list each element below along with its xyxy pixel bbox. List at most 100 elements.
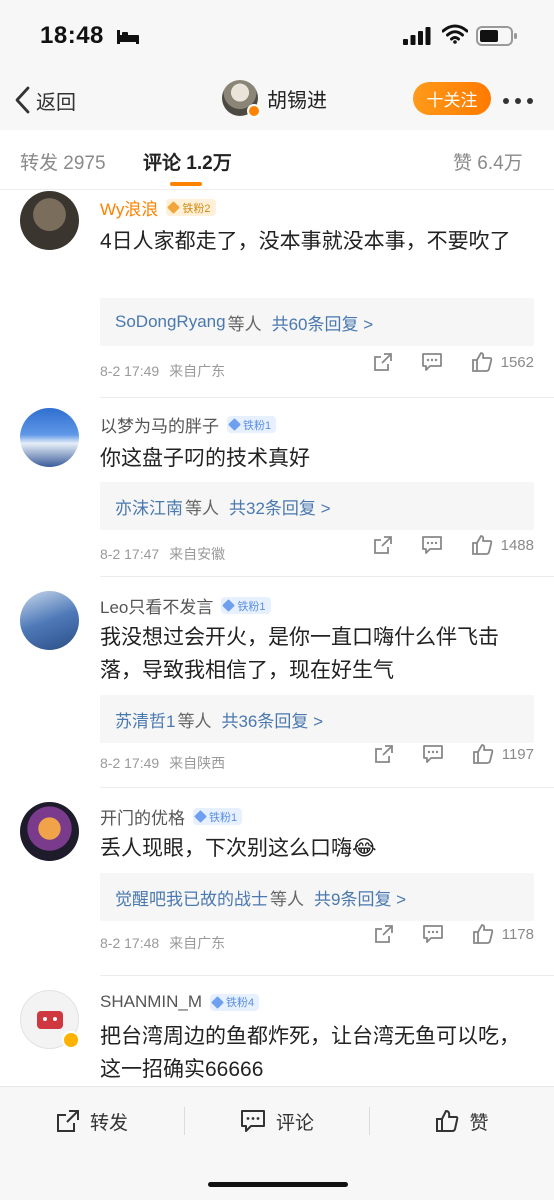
reply-summary[interactable]: SoDongRyang 等人 共60条回复 > [100,298,534,346]
thumbs-up-icon [471,535,492,555]
thumbs-up-icon [472,744,493,764]
fan-badge: 铁粉1 [221,597,271,614]
comment-time: 8-2 17:49 [100,755,160,771]
tab-like[interactable]: 赞 6.4万 [453,148,523,175]
comment-actions: 1488 [373,534,534,556]
share-icon [373,536,392,554]
reply-button[interactable] [422,744,444,764]
comment-text: 把台湾周边的鱼都炸死，让台湾无鱼可以吃，这一招确实66666 [100,1025,520,1081]
comment-username[interactable]: Leo只看不发言 铁粉1 [100,593,271,618]
cellular-signal-icon [403,27,431,45]
more-icon[interactable] [502,97,534,105]
comment-actions: 1562 [373,351,534,373]
status-bar: 18:48 [0,0,554,72]
reply-button[interactable] [421,535,443,555]
comment-button[interactable]: 评论 [185,1087,369,1155]
comment-list[interactable]: Wy浪浪 铁粉2 4日人家都走了，没本事就没本事，不要吹了 SoDongRyan… [0,191,554,1086]
repost-label: 转发 [89,1112,128,1134]
diamond-icon [228,418,241,431]
comment-location: 来自广东 [169,935,226,951]
battery-icon [476,26,517,46]
active-tab-indicator [170,182,202,186]
verified-icon [247,104,261,118]
tab-comment[interactable]: 评论 1.2万 [143,148,232,175]
comment-username[interactable]: 以梦为马的胖子 铁粉1 [100,412,277,437]
comment-icon [421,353,442,371]
comment-time: 8-2 17:49 [100,363,160,379]
comment-label: 评论 [275,1112,314,1134]
share-icon [373,353,392,371]
comment-meta: 8-2 17:49 来自陕西 [100,753,225,773]
comment-text: 我没想过会开火，是你一直口嗨什么伴飞击落，导致我相信了，现在好生气 [100,626,499,682]
comment-icon [422,745,443,763]
share-icon [374,925,393,943]
comment-icon [422,925,443,943]
comment-item: Leo只看不发言 铁粉1 我没想过会开火，是你一直口嗨什么伴飞击落，导致我相信了… [0,577,554,787]
like-button[interactable]: 1488 [471,534,534,556]
share-button[interactable] [373,352,393,372]
comment-item: 开门的优格 铁粉1 丢人现眼，下次别这么口嗨😂 觉醒吧我已故的战士 等人 共9条… [0,788,554,968]
avatar[interactable] [20,191,79,250]
share-icon [374,745,393,763]
comment-username[interactable]: Wy浪浪 铁粉2 [100,195,216,220]
sleep-mode-icon [117,30,139,44]
avatar[interactable] [20,802,79,861]
follow-button[interactable]: 十关注 [413,82,491,115]
like-button[interactable]: 1197 [472,743,534,765]
reply-user: 觉醒吧我已故的战士 [115,889,268,909]
reply-count: 共36条回复 > [221,711,324,731]
comment-icon [240,1110,265,1132]
reply-count: 共60条回复 > [271,314,374,334]
nav-bar: 返回 胡锡进 十关注 [0,72,554,130]
comment-text: 丢人现眼，下次别这么口嗨😂 [100,837,377,860]
reply-button[interactable] [422,924,444,944]
like-button[interactable]: 1178 [472,923,534,945]
reply-summary[interactable]: 苏清哲1 等人 共36条回复 > [100,695,534,743]
avatar[interactable] [20,408,79,467]
avatar[interactable] [222,80,261,118]
comment-text: 4日人家都走了，没本事就没本事，不要吹了 [100,230,511,253]
reply-button[interactable] [421,352,443,372]
reply-suffix: 等人 [227,314,262,334]
verified-icon [62,1031,80,1049]
like-button[interactable]: 赞 [370,1087,554,1155]
reply-count: 共9条回复 > [314,889,407,909]
diamond-icon [211,995,224,1009]
reply-suffix: 等人 [270,889,304,909]
fan-badge: 铁粉1 [227,416,277,433]
repost-button[interactable]: 转发 [0,1087,184,1155]
tab-like-count: 6.4万 [477,153,523,174]
comment-location: 来自广东 [169,363,226,379]
share-icon [56,1110,79,1132]
tab-repost-count: 2975 [63,153,106,174]
like-count: 1178 [501,925,534,943]
chevron-left-icon [15,86,30,114]
share-button[interactable] [373,535,393,555]
wifi-icon [442,24,468,44]
thumbs-up-icon [472,924,493,944]
comment-username[interactable]: SHANMIN_M 铁粉4 [100,992,260,1012]
profile-header[interactable]: 胡锡进 [222,80,327,118]
comment-actions: 1178 [374,923,534,945]
reply-user: 苏清哲1 [115,711,176,731]
comment-username[interactable]: 开门的优格 铁粉1 [100,804,243,829]
reply-summary[interactable]: 亦沫江南 等人 共32条回复 > [100,482,534,530]
reply-summary[interactable]: 觉醒吧我已故的战士 等人 共9条回复 > [100,873,534,921]
reply-count: 共32条回复 > [229,498,331,518]
tab-repost[interactable]: 转发 2975 [20,148,106,175]
avatar[interactable] [20,591,79,650]
like-button[interactable]: 1562 [471,351,534,373]
comment-location: 来自陕西 [169,755,226,771]
tab-comment-count: 1.2万 [186,153,232,174]
comment-location: 来自安徽 [169,546,226,562]
comment-item: 以梦为马的胖子 铁粉1 你这盘子叼的技术真好 亦沫江南 等人 共32条回复 > … [0,398,554,578]
share-button[interactable] [374,744,394,764]
reply-user: SoDongRyang [115,312,226,331]
thumbs-up-icon [436,1110,459,1132]
profile-name: 胡锡进 [267,89,327,112]
comment-item: SHANMIN_M 铁粉4 把台湾周边的鱼都炸死，让台湾无鱼可以吃，这一招确实6… [0,976,554,1086]
home-indicator [208,1182,348,1187]
back-button[interactable]: 返回 [14,82,76,118]
share-button[interactable] [374,924,394,944]
tab-like-label: 赞 [453,153,473,174]
